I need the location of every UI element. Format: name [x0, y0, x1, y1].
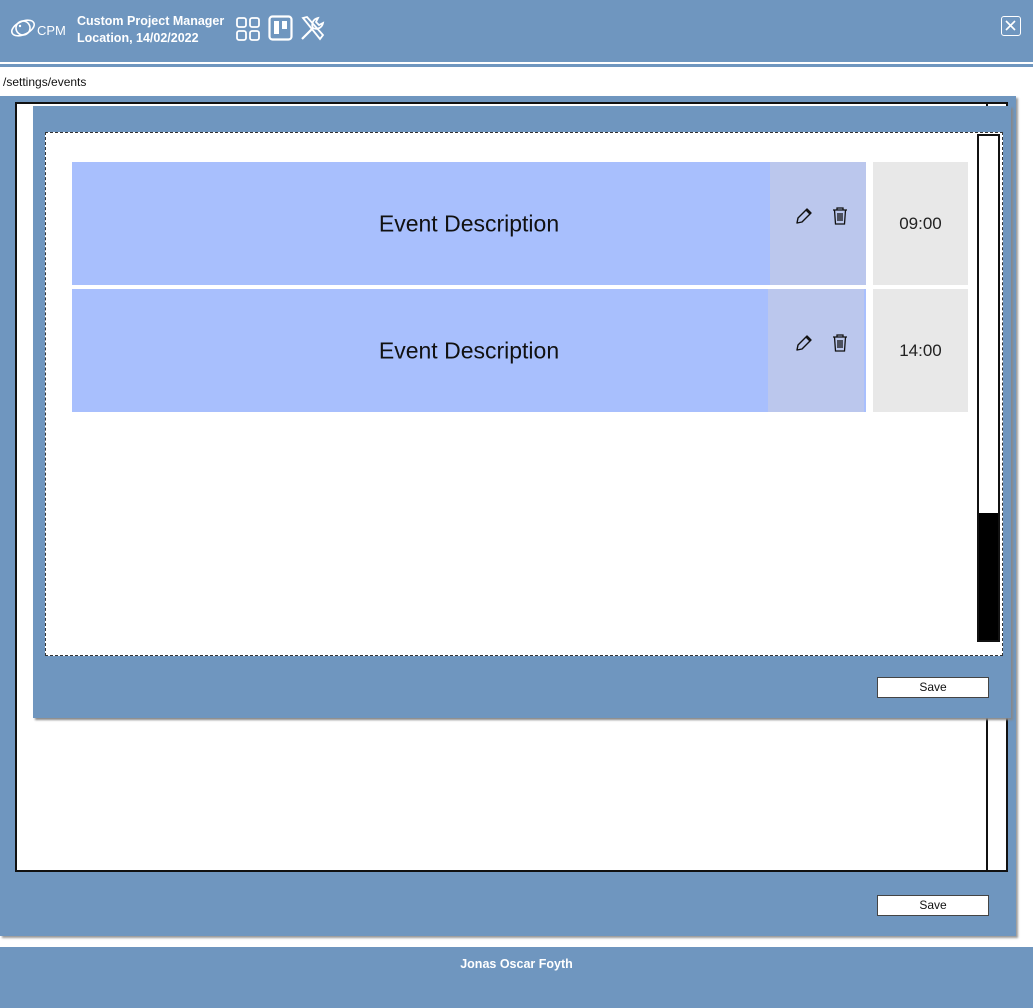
app-header: CPM Custom Project Manager Location, 14/…: [0, 0, 1033, 62]
breadcrumb: /settings/events: [3, 75, 87, 89]
app-name: Custom Project Manager: [77, 14, 225, 28]
close-icon: [1005, 20, 1016, 31]
events-scrollbar[interactable]: [977, 134, 1000, 642]
event-actions-cell: [768, 289, 864, 412]
app-footer: Jonas Oscar Foyth: [0, 947, 1033, 1008]
event-row: Event Description 14:00: [72, 289, 968, 412]
header-divider: [0, 62, 1033, 67]
grid-icon[interactable]: [236, 17, 260, 41]
close-button[interactable]: [1001, 16, 1021, 36]
app-title-block: Custom Project Manager Location, 14/02/2…: [77, 13, 224, 47]
delete-trash-icon[interactable]: [830, 206, 850, 226]
event-description-cell[interactable]: Event Description: [72, 162, 866, 285]
edit-pencil-icon[interactable]: [794, 333, 814, 353]
events-save-button[interactable]: Save: [877, 677, 989, 698]
app-subtitle: Location, 14/02/2022: [77, 31, 199, 45]
event-time-cell: 09:00: [873, 162, 968, 285]
delete-trash-icon[interactable]: [830, 333, 850, 353]
event-description: Event Description: [378, 337, 560, 363]
events-scrollbar-thumb[interactable]: [979, 513, 998, 640]
kanban-icon[interactable]: [268, 15, 293, 41]
edit-pencil-icon[interactable]: [794, 206, 814, 226]
tools-icon[interactable]: [299, 15, 326, 42]
event-time-cell: 14:00: [873, 289, 968, 412]
event-row: Event Description 09:00: [72, 162, 968, 285]
event-description: Event Description: [378, 210, 560, 236]
footer-user-name: Jonas Oscar Foyth: [460, 957, 573, 971]
event-time: 09:00: [899, 213, 942, 233]
settings-save-button[interactable]: Save: [877, 895, 989, 916]
logo-text: CPM: [37, 23, 66, 38]
event-time: 14:00: [899, 340, 942, 360]
event-description-cell[interactable]: Event Description: [72, 289, 866, 412]
event-actions-cell: [770, 162, 866, 285]
